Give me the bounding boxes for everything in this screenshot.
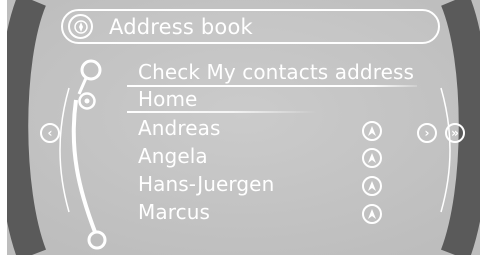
menu-item-andreas[interactable]: Andreas [138, 115, 221, 141]
forward-double-arrow-button[interactable]: » [445, 123, 465, 143]
navigation-icon[interactable] [362, 176, 382, 196]
back-arrow-button[interactable]: ‹ [40, 123, 60, 143]
page-title: Address book [109, 15, 253, 39]
header-bar: Address book [61, 9, 440, 44]
menu-item-hans-juergen[interactable]: Hans-Juergen [138, 171, 274, 197]
navigation-icon[interactable] [362, 148, 382, 168]
forward-arrow-button[interactable]: › [417, 123, 437, 143]
idrive-screen: Address book Check My contacts address H… [7, 0, 480, 255]
selection-marker-icon [77, 91, 97, 111]
navigation-icon[interactable] [362, 121, 382, 141]
navigation-icon[interactable] [362, 204, 382, 224]
compass-icon [68, 14, 93, 39]
menu-item-angela[interactable]: Angela [138, 143, 208, 169]
menu-item-marcus[interactable]: Marcus [138, 199, 210, 225]
menu-item-check-contacts-address[interactable]: Check My contacts address [138, 59, 414, 85]
menu-item-home[interactable]: Home [138, 86, 197, 112]
